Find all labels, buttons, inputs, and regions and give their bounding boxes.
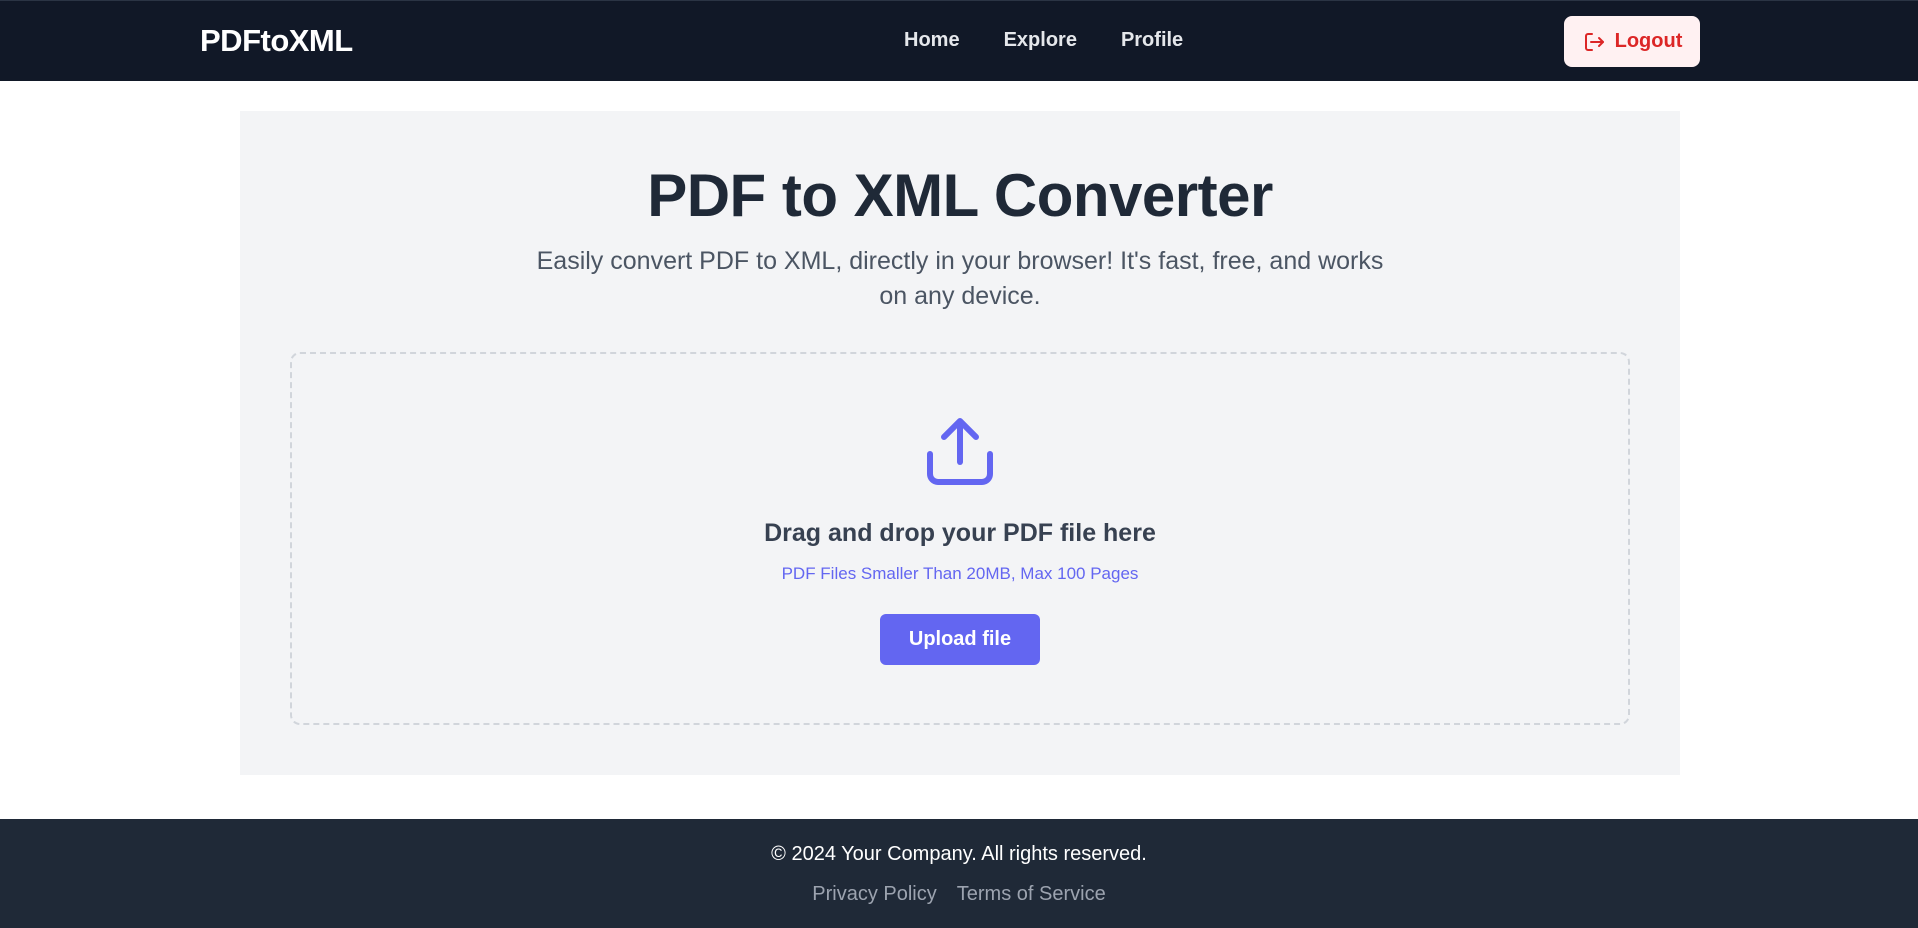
page-subtitle: Easily convert PDF to XML, directly in y… [536,247,1384,310]
upload-file-button[interactable]: Upload file [880,614,1040,665]
privacy-policy-link[interactable]: Privacy Policy [812,883,936,906]
nav-link-profile[interactable]: Profile [1121,29,1183,52]
terms-of-service-link[interactable]: Terms of Service [957,883,1106,906]
copyright-text: © 2024 Your Company. All rights reserved… [771,843,1147,865]
logout-label: Logout [1614,30,1683,52]
logout-icon [1584,32,1604,51]
page-footer: © 2024 Your Company. All rights reserved… [0,819,1918,928]
top-navbar: PDFtoXML Home Explore Profile Logout [0,0,1918,81]
converter-panel: PDF to XML Converter Easily convert PDF … [240,111,1680,775]
page-title: PDF to XML Converter [647,162,1273,229]
dropzone-hint: PDF Files Smaller Than 20MB, Max 100 Pag… [781,564,1139,583]
brand-logo[interactable]: PDFtoXML [200,23,353,59]
nav-link-explore[interactable]: Explore [1004,29,1077,52]
nav-link-home[interactable]: Home [904,29,960,52]
logout-button[interactable]: Logout [1564,16,1700,67]
file-dropzone[interactable]: Drag and drop your PDF file here PDF Fil… [290,352,1630,725]
main-nav: Home Explore Profile [904,29,1183,52]
footer-links: Privacy Policy Terms of Service [0,883,1918,906]
dropzone-title: Drag and drop your PDF file here [764,519,1156,547]
upload-icon [927,418,993,485]
